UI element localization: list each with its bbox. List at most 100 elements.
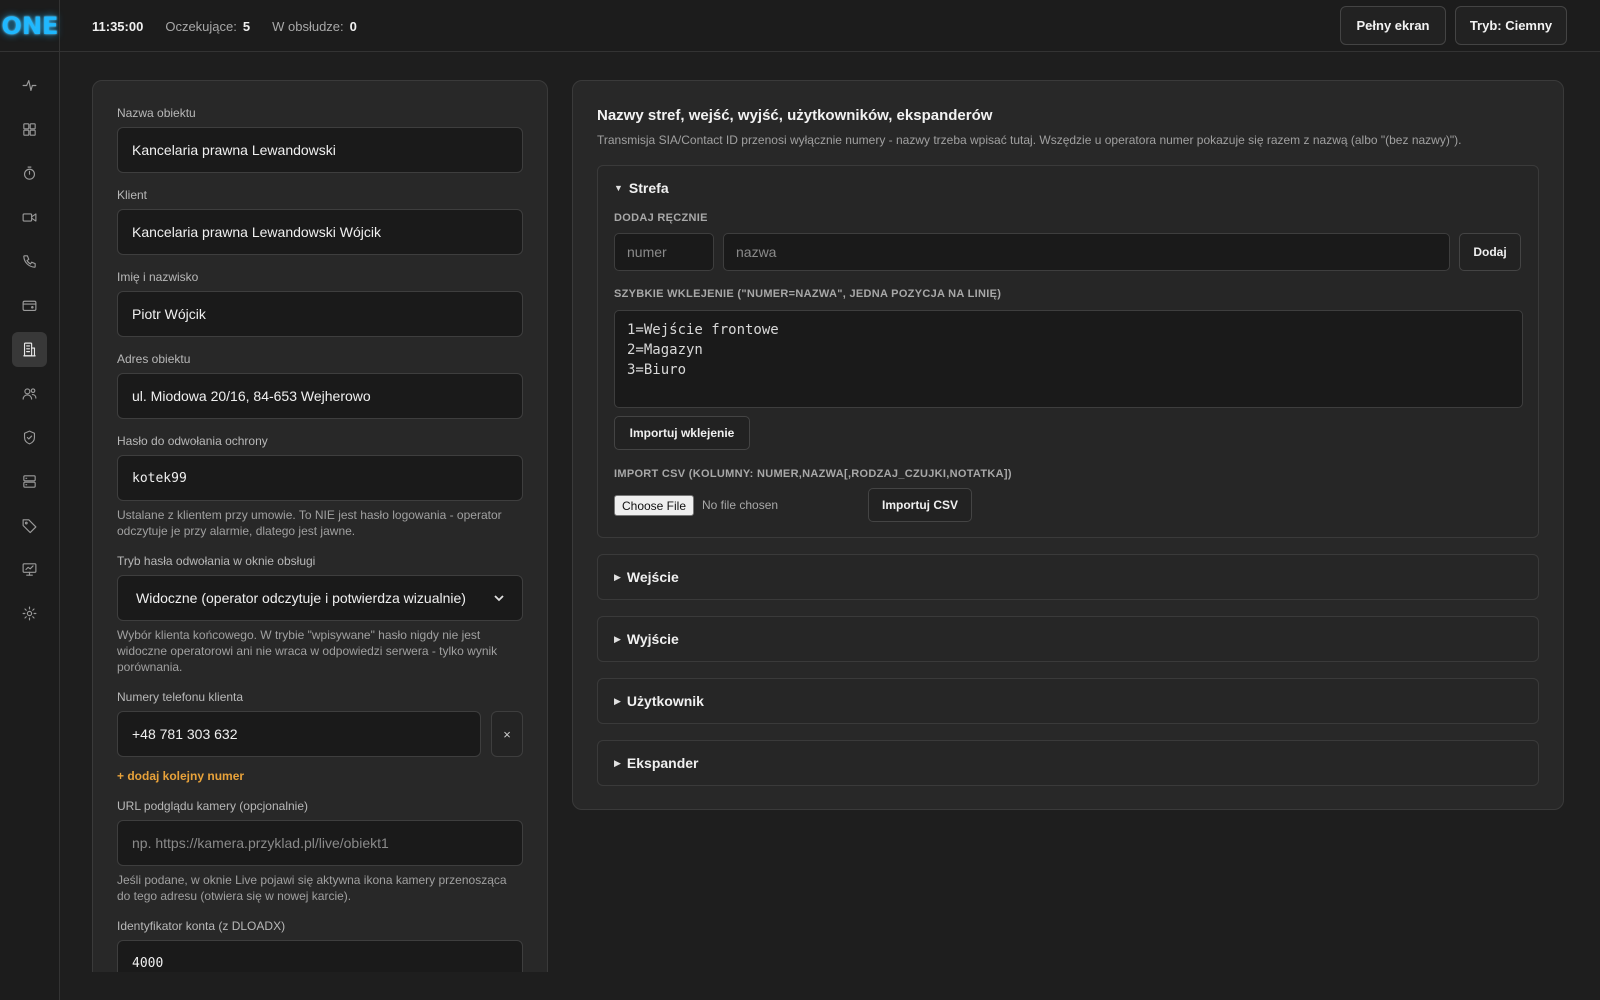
nav-timer[interactable] [12, 156, 47, 191]
viewport-bottom-edge [60, 972, 1600, 1000]
expanders-section-header[interactable]: ▶ Ekspander [614, 755, 699, 771]
outputs-section[interactable]: ▶ Wyjście [597, 616, 1539, 662]
object-name-input[interactable]: Kancelaria prawna Lewandowski [117, 127, 523, 173]
account-id-label: Identyfikator konta (z DLOADX) [117, 919, 286, 933]
nav-monitor[interactable] [12, 552, 47, 587]
names-title: Nazwy stref, wejść, wyjść, użytkowników,… [597, 107, 993, 124]
password-mode-help: Wybór klienta końcowego. W trybie "wpisy… [117, 628, 498, 674]
users-section[interactable]: ▶ Użytkownik [597, 678, 1539, 724]
password-label: Hasło do odwołania ochrony [117, 434, 268, 448]
inputs-section[interactable]: ▶ Wejście [597, 554, 1539, 600]
shield-check-icon [23, 430, 36, 445]
building-report-icon [23, 342, 36, 357]
password-mode-label: Tryb hasła odwołania w oknie obsługi [117, 554, 316, 568]
outputs-section-title: Wyjście [626, 631, 679, 647]
users-icon [22, 388, 37, 400]
paste-line: 1=Wejście frontowe [627, 322, 779, 338]
sidebar [0, 52, 59, 1000]
wallet-icon [22, 300, 37, 312]
add-zone-button[interactable]: Dodaj [1459, 233, 1521, 271]
settings-sun-icon [22, 606, 37, 621]
outputs-section-header[interactable]: ▶ Wyjście [614, 631, 679, 647]
users-section-header[interactable]: ▶ Użytkownik [614, 693, 704, 709]
nav-security[interactable] [12, 420, 47, 455]
nav-servers[interactable] [12, 464, 47, 499]
inputs-section-title: Wejście [626, 569, 679, 585]
timer-icon [23, 166, 36, 180]
app-logo[interactable]: ONE [0, 0, 60, 52]
zone-section-header[interactable]: ▼ Strefa [614, 180, 669, 196]
names-panel: Nazwy stref, wejść, wyjść, użytkowników,… [572, 80, 1564, 810]
phone-input[interactable]: +48 781 303 632 [117, 711, 481, 757]
zone-section-title: Strefa [628, 180, 669, 196]
phones-label: Numery telefonu klienta [117, 690, 244, 704]
expanders-section[interactable]: ▶ Ekspander [597, 740, 1539, 786]
nav-wallet[interactable] [12, 288, 47, 323]
import-csv-button[interactable]: Importuj CSV [868, 488, 972, 522]
nav-phone[interactable] [12, 244, 47, 279]
paste-line: 2=Magazyn [627, 342, 703, 358]
client-input[interactable]: Kancelaria prawna Lewandowski Wójcik [117, 209, 523, 255]
chevron-down-icon [494, 595, 504, 602]
nav-settings[interactable] [12, 596, 47, 631]
address-label: Adres obiektu [117, 352, 191, 366]
users-section-title: Użytkownik [626, 693, 704, 709]
pending-count: 5 [242, 18, 251, 34]
server-icon [23, 475, 36, 488]
nav-tags[interactable] [12, 508, 47, 543]
fullscreen-button[interactable]: Pełny ekran [1340, 6, 1446, 45]
client-label: Klient [117, 188, 148, 202]
monitor-icon [22, 563, 37, 576]
paste-line: 3=Biuro [627, 362, 687, 378]
full-name-input[interactable]: Piotr Wójcik [117, 291, 523, 337]
in-service-count: 0 [349, 18, 357, 34]
top-bar: ONE 11:35:00 Oczekujące: 5 W obsłudze: 0 P… [0, 0, 1600, 52]
triangle-right-icon: ▶ [614, 757, 621, 768]
add-phone-link[interactable]: + dodaj kolejny numer [117, 769, 244, 783]
csv-import-caption: IMPORT CSV (KOLUMNY: NUMER,NAZWA[,RODZAJ… [614, 468, 1012, 480]
address-input[interactable]: ul. Miodowa 20/16, 84-653 Wejherowo [117, 373, 523, 419]
import-paste-button[interactable]: Importuj wklejenie [614, 416, 750, 450]
in-service-stat: W obsłudze: 0 [272, 19, 357, 34]
password-input[interactable]: kotek99 [117, 455, 523, 501]
nav-dashboard[interactable] [12, 112, 47, 147]
nav-video[interactable] [12, 200, 47, 235]
password-mode-value: Widoczne (operator odczytuje i potwierdz… [136, 590, 466, 606]
file-status: No file chosen [702, 498, 779, 512]
tag-icon [22, 519, 37, 534]
phone-icon [23, 255, 36, 268]
video-camera-icon [22, 213, 37, 222]
quick-paste-caption: SZYBKIE WKLEJENIE ("NUMER=NAZWA", JEDNA … [614, 288, 1002, 300]
camera-url-label: URL podglądu kamery (opcjonalnie) [117, 799, 308, 813]
quick-paste-textarea[interactable]: 1=Wejście frontowe 2=Magazyn 3=Biuro [614, 310, 1523, 408]
inputs-section-header[interactable]: ▶ Wejście [614, 569, 679, 585]
zone-section: ▼ Strefa DODAJ RĘCZNIE numer nazwa Dodaj… [597, 165, 1539, 538]
triangle-right-icon: ▶ [614, 633, 621, 644]
choose-file-button[interactable]: Choose File [614, 495, 694, 516]
nav-objects[interactable] [12, 332, 47, 367]
dashboard-grid-icon [23, 123, 36, 136]
in-service-label: W obsłudze: [272, 18, 344, 34]
object-form-panel: Nazwa obiektu Kancelaria prawna Lewandow… [92, 80, 548, 1000]
triangle-right-icon: ▶ [614, 571, 621, 582]
activity-icon [22, 79, 37, 92]
triangle-right-icon: ▶ [614, 695, 621, 706]
names-subtitle: Transmisja SIA/Contact ID przenosi wyłąc… [597, 133, 1462, 147]
camera-url-input[interactable]: np. https://kamera.przyklad.pl/live/obie… [117, 820, 523, 866]
nav-activity[interactable] [12, 68, 47, 103]
remove-phone-button[interactable]: × [491, 711, 523, 757]
pending-label: Oczekujące: [165, 18, 237, 34]
pending-stat: Oczekujące: 5 [165, 19, 250, 34]
expanders-section-title: Ekspander [626, 755, 699, 771]
zone-number-input[interactable]: numer [614, 233, 714, 271]
camera-url-help: Jeśli podane, w oknie Live pojawi się ak… [117, 873, 507, 903]
object-name-label: Nazwa obiektu [117, 106, 196, 120]
zone-name-input[interactable]: nazwa [723, 233, 1450, 271]
password-mode-select[interactable]: Widoczne (operator odczytuje i potwierdz… [117, 575, 523, 621]
sidebar-divider [59, 0, 60, 1000]
clock: 11:35:00 [92, 18, 144, 34]
full-name-label: Imię i nazwisko [117, 270, 199, 284]
theme-toggle-button[interactable]: Tryb: Ciemny [1455, 6, 1567, 45]
nav-users[interactable] [12, 376, 47, 411]
password-help: Ustalane z klientem przy umowie. To NIE … [117, 508, 502, 538]
